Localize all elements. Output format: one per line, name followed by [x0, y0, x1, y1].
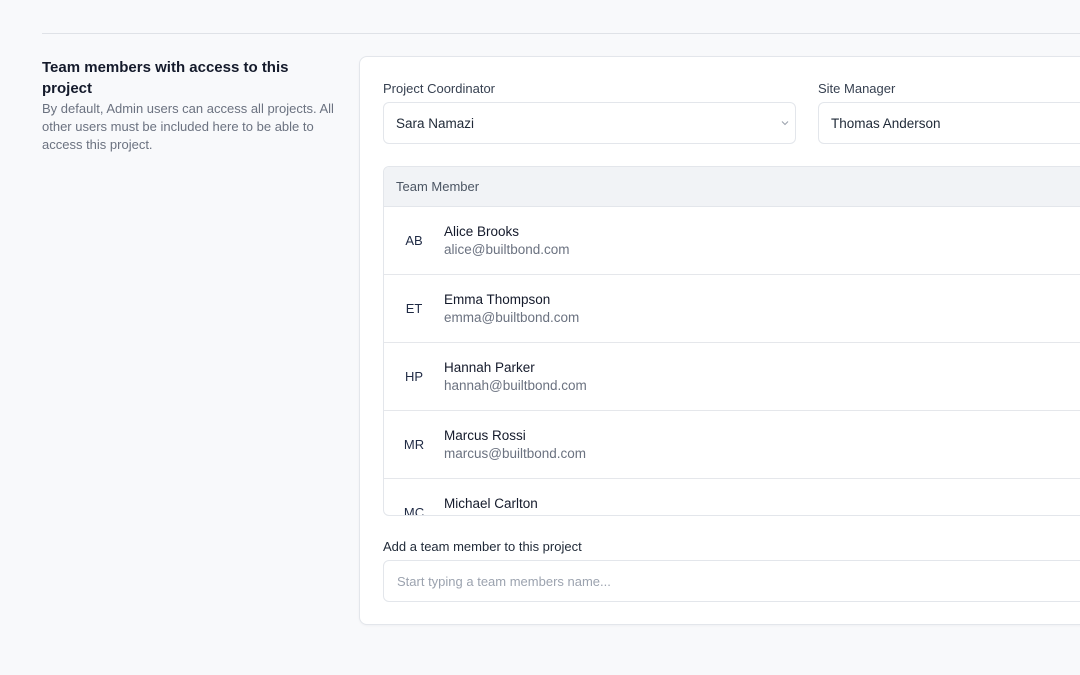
table-row[interactable]: AB Alice Brooks alice@builtbond.com [384, 207, 1080, 275]
member-name: Alice Brooks [444, 223, 520, 239]
member-email: emma@builtbond.com [444, 309, 580, 325]
member-avatar: MR [403, 437, 425, 452]
member-avatar: ET [405, 301, 423, 316]
member-info: Marcus Rossi marcus@builtbond.com [444, 427, 586, 463]
site-manager-label: Site Manager [818, 81, 896, 96]
member-avatar: AB [405, 233, 423, 248]
member-avatar: MC [403, 505, 425, 516]
add-member-input[interactable] [383, 560, 1080, 602]
top-divider [42, 33, 1080, 34]
coordinator-select[interactable]: Sara Namazi [383, 102, 796, 144]
member-info: Michael Carlton [444, 495, 538, 513]
coordinator-value: Sara Namazi [396, 115, 475, 131]
member-email: marcus@builtbond.com [444, 445, 587, 461]
section-description: By default, Admin users can access all p… [42, 101, 334, 152]
member-info: Emma Thompson emma@builtbond.com [444, 291, 579, 327]
access-intro: Team members with access to this project… [42, 57, 334, 154]
coordinator-label: Project Coordinator [383, 81, 495, 96]
member-name: Michael Carlton [444, 496, 538, 511]
project-access-page: Team members with access to this project… [0, 0, 1080, 675]
table-row[interactable]: HP Hannah Parker hannah@builtbond.com [384, 343, 1080, 411]
member-email: hannah@builtbond.com [444, 377, 587, 393]
add-member-label: Add a team member to this project [383, 539, 582, 554]
site-manager-value: Thomas Anderson [831, 115, 941, 131]
section-title: Team members with access to this project [42, 59, 289, 97]
member-info: Alice Brooks alice@builtbond.com [444, 223, 570, 259]
member-avatar: HP [404, 369, 424, 384]
table-row[interactable]: MC Michael Carlton [384, 479, 1080, 516]
member-name: Emma Thompson [444, 291, 551, 307]
site-manager-select[interactable]: Thomas Anderson [818, 102, 1080, 144]
table-row[interactable]: ET Emma Thompson emma@builtbond.com [384, 275, 1080, 343]
chevron-down-icon [781, 116, 791, 130]
member-info: Hannah Parker hannah@builtbond.com [444, 359, 587, 395]
team-member-table: Team Member AB Alice Brooks alice@builtb… [383, 166, 1080, 516]
access-card: Project Coordinator Sara Namazi Site Man… [359, 56, 1080, 625]
table-row[interactable]: MR Marcus Rossi marcus@builtbond.com [384, 411, 1080, 479]
member-email: alice@builtbond.com [444, 241, 570, 257]
team-member-list[interactable]: AB Alice Brooks alice@builtbond.com ET E… [384, 207, 1080, 516]
member-name: Hannah Parker [444, 359, 535, 375]
table-header: Team Member [384, 167, 1080, 207]
member-name: Marcus Rossi [444, 427, 526, 443]
